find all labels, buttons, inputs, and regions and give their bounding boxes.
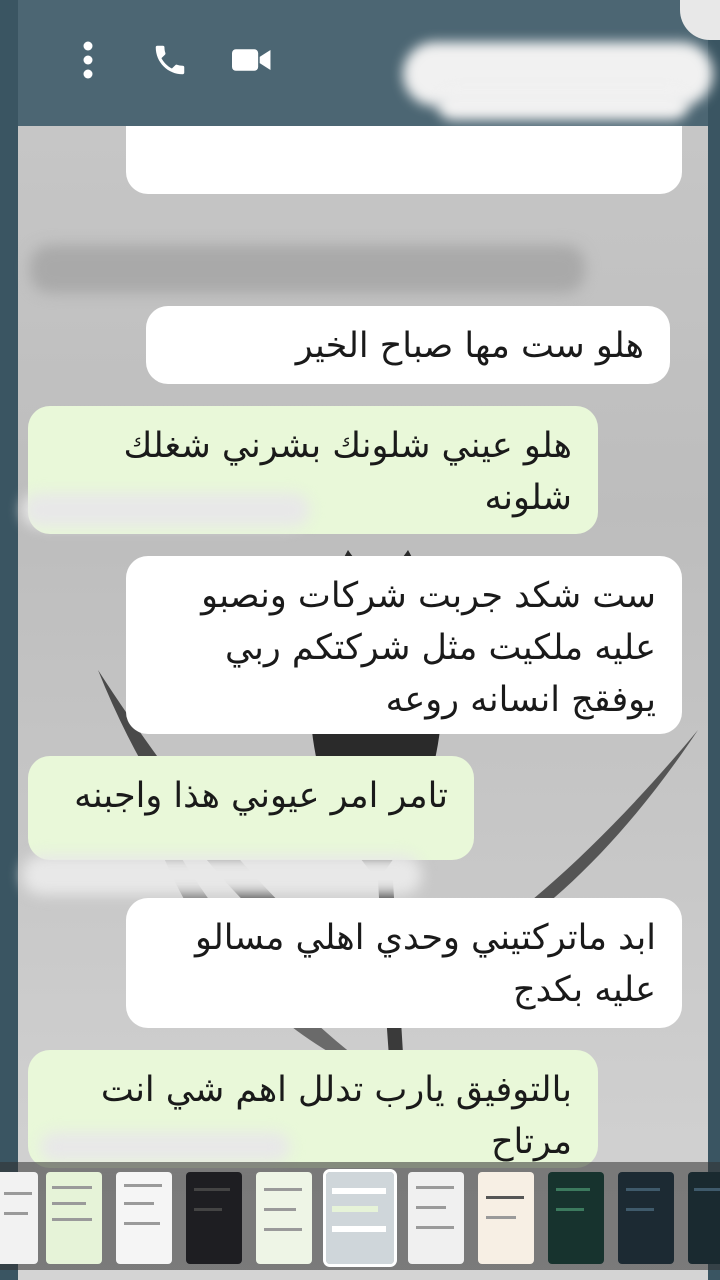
redacted-text bbox=[22, 855, 422, 895]
message-text: عليه ملكيت مثل شركتكم ربي bbox=[224, 628, 656, 668]
video-call-icon[interactable] bbox=[232, 40, 272, 80]
message-text: هلو ست مها صباح الخير bbox=[295, 326, 644, 366]
thumbnail[interactable] bbox=[688, 1172, 720, 1264]
thumbnail[interactable] bbox=[548, 1172, 604, 1264]
more-vert-icon[interactable] bbox=[68, 40, 108, 80]
message-bubble-incoming: ابد ماتركتيني وحدي اهلي مسالو عليه بكدج bbox=[126, 898, 682, 1028]
thumbnail[interactable] bbox=[256, 1172, 312, 1264]
message-text: تامر امر عيوني هذا واجبنه bbox=[74, 776, 448, 816]
phone-icon[interactable] bbox=[150, 40, 190, 80]
message-text: هلو عيني شلونك بشرني شغلك bbox=[123, 426, 572, 466]
thumbnail-selected[interactable] bbox=[323, 1169, 397, 1267]
thumbnail[interactable] bbox=[186, 1172, 242, 1264]
redacted-text bbox=[40, 1132, 290, 1162]
message-bubble-incoming: ست شكد جربت شركات ونصبو عليه ملكيت مثل ش… bbox=[126, 556, 682, 734]
contact-status-redacted bbox=[438, 90, 688, 120]
message-bubble-outgoing: تامر امر عيوني هذا واجبنه bbox=[28, 756, 474, 860]
thumbnail[interactable] bbox=[618, 1172, 674, 1264]
thumbnail[interactable] bbox=[408, 1172, 464, 1264]
redacted-text bbox=[30, 245, 585, 293]
thumbnail[interactable] bbox=[46, 1172, 102, 1264]
message-bubble-cut bbox=[126, 126, 682, 194]
image-thumbnail-strip bbox=[0, 1162, 720, 1270]
message-bubble-incoming: هلو ست مها صباح الخير bbox=[146, 306, 670, 384]
thumbnail[interactable] bbox=[116, 1172, 172, 1264]
thumbnail[interactable] bbox=[0, 1172, 38, 1264]
message-text: عليه بكدج bbox=[513, 970, 656, 1010]
message-text: ست شكد جربت شركات ونصبو bbox=[201, 576, 656, 616]
message-text: ابد ماتركتيني وحدي اهلي مسالو bbox=[195, 918, 656, 958]
message-text: بالتوفيق يارب تدلل اهم شي انت bbox=[100, 1070, 572, 1110]
redacted-text bbox=[22, 493, 310, 527]
thumbnail[interactable] bbox=[478, 1172, 534, 1264]
chat-header bbox=[18, 0, 713, 126]
message-text: يوفقج انسانه روعه bbox=[385, 680, 656, 720]
